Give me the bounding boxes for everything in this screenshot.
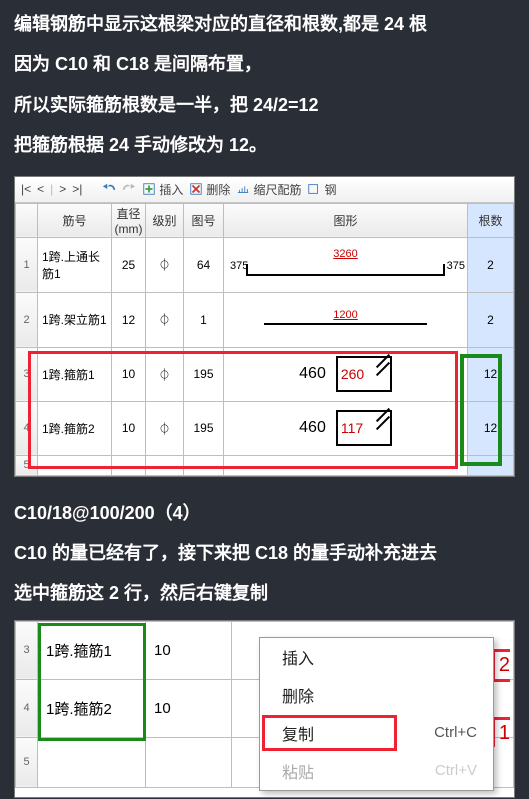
cell-code[interactable]: 64 [184, 237, 224, 292]
cell-code[interactable]: 195 [184, 401, 224, 455]
cell-name[interactable]: 1跨.箍筋2 [38, 401, 112, 455]
steel-label: 钢 [324, 181, 336, 198]
row-index: 2 [16, 292, 38, 347]
cell-figure[interactable]: 460260 [224, 347, 468, 401]
paragraph-1: 编辑钢筋中显示这根梁对应的直径和根数,都是 24 根 [0, 0, 529, 40]
cell-name[interactable]: 1跨.箍筋1 [38, 621, 146, 679]
paragraph-4: 把箍筋根据 24 手动修改为 12。 [0, 121, 529, 161]
cell-qty[interactable]: 2 [468, 292, 514, 347]
rebar-grid[interactable]: 筋号 直径 (mm) 级别 图号 图形 根数 11跨.上通长筋125⏀64375… [15, 203, 514, 476]
cell-qty[interactable]: 12 [468, 347, 514, 401]
nav-next-button[interactable]: > [59, 182, 66, 196]
cell-code[interactable]: 195 [184, 347, 224, 401]
cell-name[interactable] [38, 737, 146, 787]
rebar-grid-panel: |< < | > >| 插入 删除 缩尺配筋 钢 [14, 176, 515, 477]
side-num-bottom: 1 [492, 717, 510, 747]
cell-dia[interactable] [146, 737, 232, 787]
cell-figure[interactable]: 1200 [224, 292, 468, 347]
cell-grade[interactable]: ⏀ [146, 237, 184, 292]
cell-dia[interactable] [112, 455, 146, 475]
table-row[interactable]: 41跨.箍筋210⏀19546011712 [16, 401, 514, 455]
paragraph-7: 选中箍筋这 2 行，然后右键复制 [0, 569, 529, 609]
cell-dia[interactable]: 25 [112, 237, 146, 292]
paragraph-6: C10 的量已经有了，接下来把 C18 的量手动补充进去 [0, 529, 529, 569]
insert-label: 插入 [159, 181, 183, 198]
cell-name[interactable]: 1跨.上通长筋1 [38, 237, 112, 292]
header-name[interactable]: 筋号 [38, 203, 112, 237]
cell-grade[interactable]: ⏀ [146, 401, 184, 455]
table-row[interactable]: 5 [16, 455, 514, 475]
ctx-delete[interactable]: 删除 [260, 676, 493, 714]
cell-figure[interactable]: 3753260375 [224, 237, 468, 292]
ctx-paste[interactable]: 粘贴Ctrl+V [260, 752, 493, 790]
row-index: 3 [16, 347, 38, 401]
row-index: 1 [16, 237, 38, 292]
cell-code[interactable] [184, 455, 224, 475]
row-index: 5 [16, 455, 38, 475]
row-index: 3 [16, 621, 38, 679]
paragraph-3: 所以实际箍筋根数是一半，把 24/2=12 [0, 81, 529, 121]
delete-label: 删除 [206, 181, 230, 198]
cell-figure[interactable]: 460117 [224, 401, 468, 455]
cell-name[interactable]: 1跨.箍筋1 [38, 347, 112, 401]
paragraph-5: C10/18@100/200（4） [0, 489, 529, 529]
redo-button[interactable] [122, 182, 136, 196]
rebar-grid-panel-2: 31跨.箍筋110 41跨.箍筋210 5 2 1 插入 删除 复制Ctrl+C 粘… [14, 620, 515, 798]
cell-dia[interactable]: 12 [112, 292, 146, 347]
row-index: 5 [16, 737, 38, 787]
ctx-copy[interactable]: 复制Ctrl+C [260, 714, 493, 752]
row-index: 4 [16, 401, 38, 455]
toolbar-sep: | [50, 182, 53, 196]
cell-dia[interactable]: 10 [112, 347, 146, 401]
nav-prev-button[interactable]: < [37, 182, 44, 196]
table-row[interactable]: 21跨.架立筋112⏀112002 [16, 292, 514, 347]
cell-dia[interactable]: 10 [112, 401, 146, 455]
header-qty[interactable]: 根数 [468, 203, 514, 237]
ctx-insert[interactable]: 插入 [260, 638, 493, 676]
grid-toolbar: |< < | > >| 插入 删除 缩尺配筋 钢 [15, 177, 514, 203]
side-num-top: 2 [492, 649, 510, 682]
table-row[interactable]: 31跨.箍筋110⏀19546026012 [16, 347, 514, 401]
insert-button[interactable]: 插入 [142, 181, 183, 198]
header-fig[interactable]: 图形 [224, 203, 468, 237]
cell-figure[interactable] [224, 455, 468, 475]
paragraph-2: 因为 C10 和 C18 是间隔布置， [0, 40, 529, 80]
cell-qty[interactable]: 2 [468, 237, 514, 292]
table-row[interactable]: 11跨.上通长筋125⏀6437532603752 [16, 237, 514, 292]
nav-last-button[interactable]: >| [72, 182, 82, 196]
cell-name[interactable]: 1跨.架立筋1 [38, 292, 112, 347]
delete-button[interactable]: 删除 [189, 181, 230, 198]
row-index: 4 [16, 679, 38, 737]
context-menu: 插入 删除 复制Ctrl+C 粘贴Ctrl+V [259, 637, 494, 791]
header-code[interactable]: 图号 [184, 203, 224, 237]
cell-grade[interactable] [146, 455, 184, 475]
steel-button[interactable]: 钢 [307, 181, 336, 198]
cell-qty[interactable] [468, 455, 514, 475]
nav-first-button[interactable]: |< [21, 182, 31, 196]
cell-dia[interactable]: 10 [146, 621, 232, 679]
header-dia[interactable]: 直径 (mm) [112, 203, 146, 237]
cell-dia[interactable]: 10 [146, 679, 232, 737]
cell-name[interactable] [38, 455, 112, 475]
cell-code[interactable]: 1 [184, 292, 224, 347]
grid-header-row: 筋号 直径 (mm) 级别 图号 图形 根数 [16, 203, 514, 237]
cell-qty[interactable]: 12 [468, 401, 514, 455]
header-rownum [16, 203, 38, 237]
scale-label: 缩尺配筋 [253, 181, 301, 198]
cell-grade[interactable]: ⏀ [146, 347, 184, 401]
undo-button[interactable] [102, 182, 116, 196]
scale-button[interactable]: 缩尺配筋 [236, 181, 301, 198]
cell-grade[interactable]: ⏀ [146, 292, 184, 347]
header-grade[interactable]: 级别 [146, 203, 184, 237]
cell-name[interactable]: 1跨.箍筋2 [38, 679, 146, 737]
